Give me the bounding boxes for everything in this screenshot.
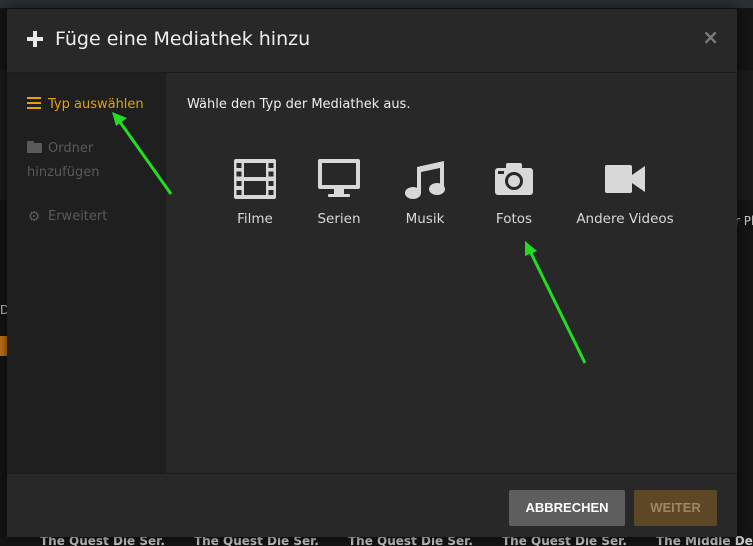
sidebar-item-label: Typ auswählen (48, 97, 144, 112)
next-button[interactable]: WEITER (634, 490, 717, 526)
type-prompt: Wähle den Typ der Mediathek aus. (187, 97, 411, 112)
type-option-label: Musik (405, 211, 445, 227)
add-library-dialog: Füge eine Mediathek hinzu × Typ auswähle… (7, 9, 737, 537)
list-icon (27, 97, 41, 109)
music-note-icon (405, 161, 445, 199)
type-option-label: Filme (237, 211, 273, 227)
video-camera-icon (605, 165, 645, 193)
type-option-label: Andere Videos (576, 211, 674, 227)
folder-icon (27, 141, 42, 153)
type-option-movies[interactable]: Filme (230, 159, 280, 239)
close-icon[interactable]: × (702, 27, 719, 47)
background-text-left: D (0, 303, 7, 317)
dialog-sidebar: Typ auswählen Ordner hinzufügen ⚙ Erweite… (7, 73, 166, 473)
dialog-header: Füge eine Mediathek hinzu × (7, 9, 737, 73)
background-text-right: r Pl (735, 214, 753, 228)
film-icon (234, 159, 276, 199)
background-accent-tag (0, 336, 7, 356)
type-option-photos[interactable]: Fotos (486, 159, 542, 239)
type-option-label: Serien (317, 211, 361, 227)
sidebar-item-add-folders[interactable]: Ordner hinzufügen (27, 137, 162, 185)
camera-icon (495, 163, 533, 195)
type-option-shows[interactable]: Serien (313, 159, 365, 239)
dialog-title: Füge eine Mediathek hinzu (55, 28, 311, 50)
type-option-label: Fotos (495, 211, 533, 227)
background-top-bar (0, 0, 753, 8)
sidebar-item-select-type[interactable]: Typ auswählen (27, 93, 162, 117)
tv-icon (318, 159, 360, 197)
library-type-options: Filme Serien Musik Fotos Andere Videos (166, 159, 737, 239)
dialog-footer: ABBRECHEN WEITER (7, 473, 737, 537)
gear-icon: ⚙ (27, 209, 41, 225)
dialog-content: Wähle den Typ der Mediathek aus. Filme S… (166, 73, 737, 473)
type-option-music[interactable]: Musik (401, 159, 449, 239)
plus-icon (27, 31, 43, 47)
cancel-button[interactable]: ABBRECHEN (509, 490, 625, 526)
sidebar-item-label: Erweitert (48, 209, 108, 224)
sidebar-item-advanced[interactable]: ⚙ Erweitert (27, 205, 162, 229)
type-option-other-videos[interactable]: Andere Videos (570, 159, 680, 239)
